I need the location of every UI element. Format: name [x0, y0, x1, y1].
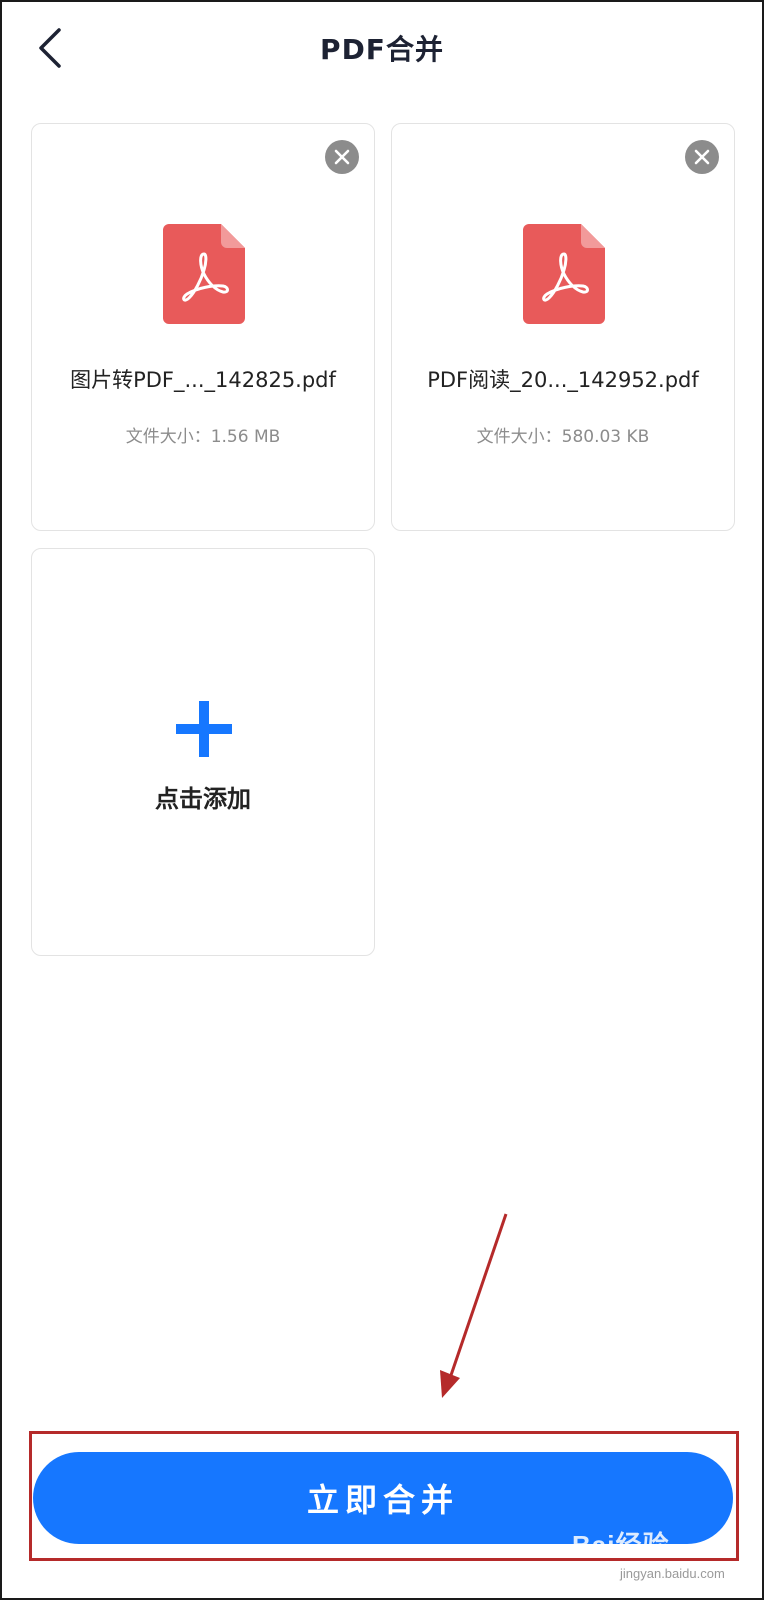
file-name: PDF阅读_20..._142952.pdf [427, 368, 699, 392]
add-file-card[interactable]: 点击添加 [31, 548, 375, 956]
app-header: PDF合并 [0, 0, 764, 96]
plus-icon [176, 701, 232, 757]
remove-file-button[interactable] [685, 140, 719, 174]
add-file-label: 点击添加 [155, 785, 251, 813]
close-icon [694, 149, 710, 165]
file-size: 文件大小：1.56 MB [125, 427, 281, 447]
watermark-url: jingyan.baidu.com [620, 1566, 725, 1581]
file-card[interactable]: PDF阅读_20..._142952.pdf 文件大小：580.03 KB [391, 123, 735, 531]
page-title: PDF合并 [320, 33, 444, 66]
file-name: 图片转PDF_..._142825.pdf [70, 368, 336, 392]
remove-file-button[interactable] [325, 140, 359, 174]
pdf-file-icon [523, 224, 605, 324]
annotation-arrow [440, 1213, 508, 1398]
file-size: 文件大小：580.03 KB [476, 427, 650, 447]
pdf-file-icon [163, 224, 245, 324]
close-icon [334, 149, 350, 165]
watermark-logo: Bai经验 [572, 1530, 670, 1560]
file-card[interactable]: 图片转PDF_..._142825.pdf 文件大小：1.56 MB [31, 123, 375, 531]
